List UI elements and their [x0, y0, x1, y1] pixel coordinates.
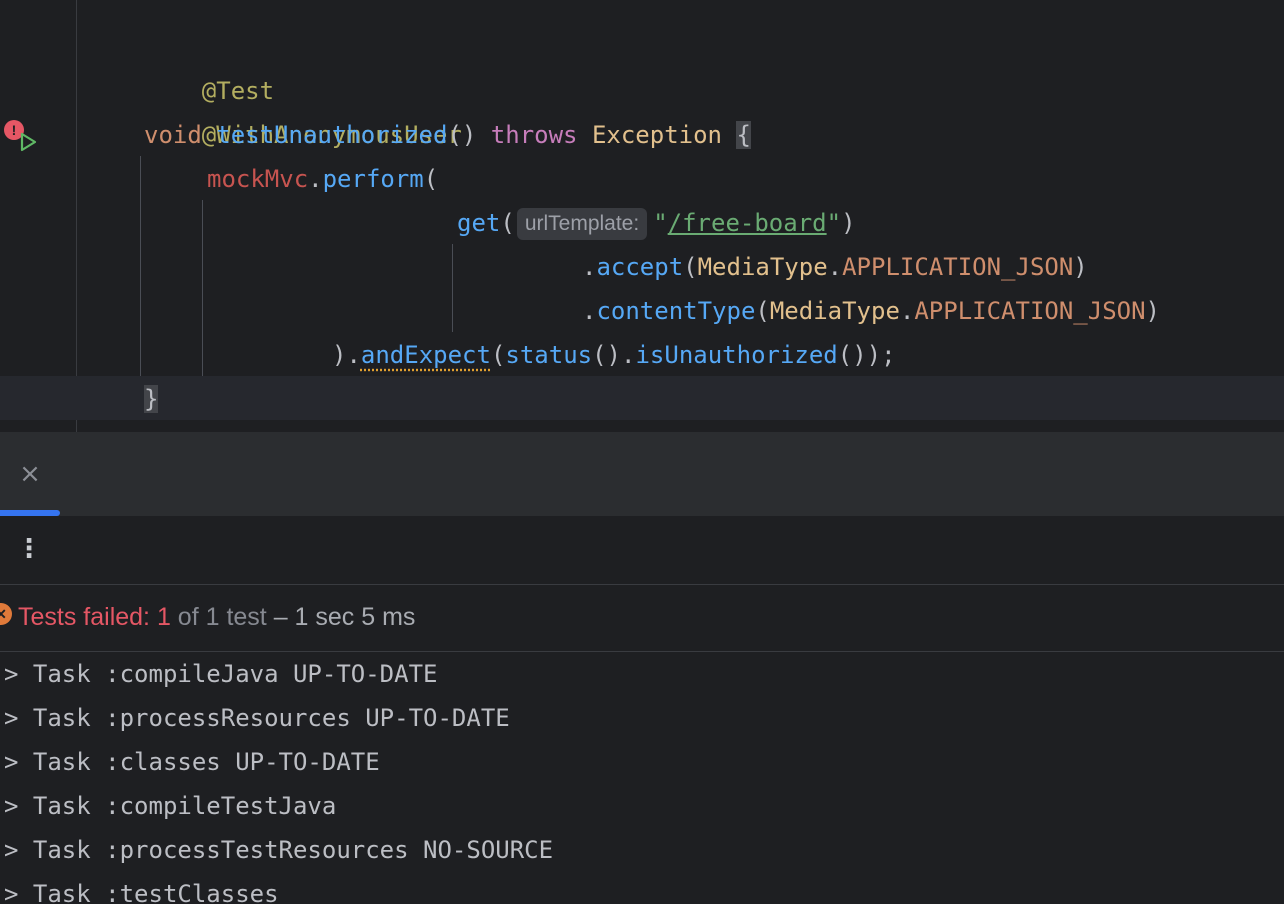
string-url[interactable]: /free-board	[668, 209, 827, 237]
call-dot: ().	[592, 341, 636, 369]
paren: )	[1073, 253, 1088, 281]
console-line: > Task :compileJava UP-TO-DATE	[4, 660, 438, 688]
dot: .	[899, 297, 915, 325]
method-content-type: contentType	[596, 297, 756, 325]
code-line-7: .contentType(MediaType.APPLICATION_JSON)	[582, 289, 1160, 333]
constant-application-json: APPLICATION_JSON	[842, 253, 1074, 281]
method-name: testUnauthorized	[216, 121, 448, 149]
method-get: get	[457, 209, 501, 237]
test-status-text: Tests failed: 1 of 1 test – 1 sec 5 ms	[18, 597, 415, 637]
more-options-icon[interactable]: ⋮	[16, 532, 42, 566]
keyword-throws: throws	[490, 121, 578, 149]
dot: .	[827, 253, 843, 281]
code-line-4: mockMvc.perform(	[207, 157, 438, 201]
method-status: status	[505, 341, 593, 369]
class-mediatype: MediaType	[697, 253, 828, 281]
parameter-hint: urlTemplate:	[516, 208, 648, 240]
method-is-unauthorized: isUnauthorized	[635, 341, 838, 369]
field-mockmvc: mockMvc	[207, 165, 309, 193]
class-mediatype: MediaType	[769, 297, 900, 325]
indent-guide	[452, 244, 453, 332]
code-line-1: @Test	[144, 25, 274, 105]
code-line-2: @WithAnonymousUser	[144, 69, 462, 149]
indent-guide	[202, 200, 203, 376]
paren: (	[490, 341, 506, 369]
code-line-9: }	[144, 377, 159, 421]
paren: (	[423, 165, 439, 193]
tool-window-tabbar: ×	[0, 432, 1284, 516]
paren-dot: ).	[332, 341, 361, 369]
current-line-highlight	[0, 376, 1284, 420]
console-line: > Task :processTestResources NO-SOURCE	[4, 836, 554, 864]
code-line-3: void testUnauthorized() throws Exception…	[144, 113, 751, 157]
call-end: ());	[837, 341, 896, 369]
code-editor[interactable]: ! @Test @WithAnonymousUser void testUnau…	[0, 0, 1284, 432]
paren: (	[683, 253, 698, 281]
run-tool-window: × ⋮ ✕ Tests failed: 1 of 1 test – 1 sec …	[0, 432, 1284, 904]
close-brace: }	[144, 385, 159, 413]
close-icon[interactable]: ×	[18, 460, 42, 488]
dot: .	[582, 253, 597, 281]
constant-application-json: APPLICATION_JSON	[914, 297, 1146, 325]
paren: (	[500, 209, 515, 237]
method-accept: accept	[596, 253, 684, 281]
open-brace: {	[736, 121, 751, 149]
console-line: > Task :processResources UP-TO-DATE	[4, 704, 510, 732]
params: ()	[447, 121, 477, 149]
tests-failed-label: Tests failed: 1	[18, 603, 171, 631]
run-icon[interactable]	[18, 132, 38, 152]
paren: )	[1145, 297, 1160, 325]
code-line-6: .accept(MediaType.APPLICATION_JSON)	[582, 245, 1088, 289]
dot: .	[308, 165, 323, 193]
keyword-void: void	[144, 121, 202, 149]
code-line-8: ).andExpect(status().isUnauthorized());	[332, 333, 896, 377]
string-quote: "	[826, 209, 842, 237]
tool-window-toolbar: ⋮	[0, 516, 1284, 585]
code-line-5: get(urlTemplate: "/free-board")	[457, 201, 856, 245]
tests-duration-label: – 1 sec 5 ms	[273, 603, 416, 631]
console-line: > Task :testClasses	[4, 880, 279, 904]
console-line: > Task :classes UP-TO-DATE	[4, 748, 380, 776]
string-quote: "	[653, 209, 668, 237]
paren: (	[755, 297, 770, 325]
method-and-expect: andExpect	[360, 341, 491, 369]
gutter-separator	[76, 0, 77, 432]
tests-count-label: of 1 test	[170, 603, 274, 631]
paren: )	[841, 209, 856, 237]
dot: .	[582, 297, 597, 325]
test-failed-icon: ✕	[0, 603, 12, 625]
class-exception: Exception	[591, 121, 722, 149]
method-perform: perform	[322, 165, 424, 193]
gutter-run-marker[interactable]: !	[4, 120, 38, 152]
console-output[interactable]: > Task :compileJava UP-TO-DATE > Task :p…	[0, 652, 1284, 904]
indent-guide	[140, 156, 141, 376]
console-line: > Task :compileTestJava	[4, 792, 337, 820]
test-status-bar: ✕ Tests failed: 1 of 1 test – 1 sec 5 ms	[0, 585, 1284, 652]
